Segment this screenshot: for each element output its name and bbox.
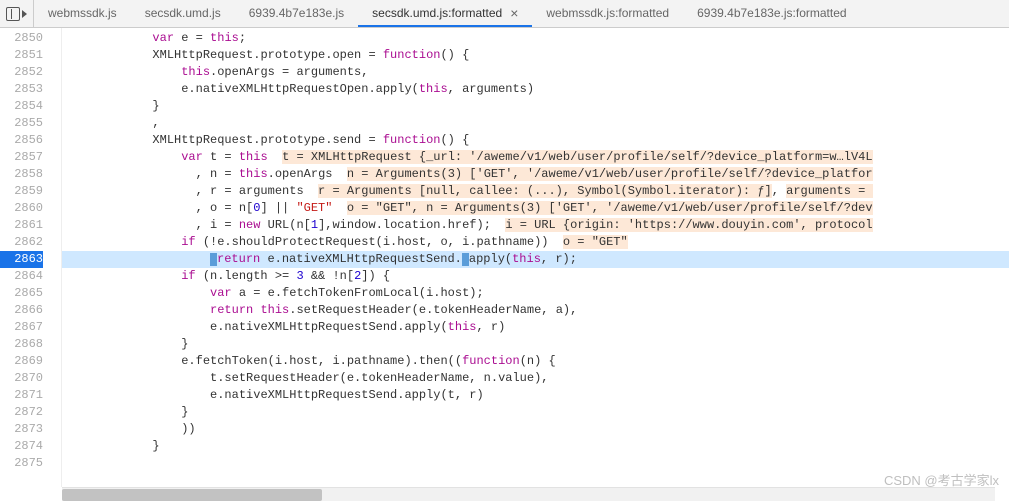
line-number[interactable]: 2868	[0, 336, 43, 353]
tab-label: 6939.4b7e183e.js:formatted	[697, 6, 846, 20]
line-number[interactable]: 2858	[0, 166, 43, 183]
code-line[interactable]: }	[62, 336, 1009, 353]
line-number[interactable]: 2863	[0, 251, 43, 268]
line-number[interactable]: 2862	[0, 234, 43, 251]
line-number[interactable]: 2852	[0, 64, 43, 81]
tab-label: 6939.4b7e183e.js	[249, 6, 344, 20]
tab-5[interactable]: 6939.4b7e183e.js:formatted	[683, 0, 860, 27]
tab-2[interactable]: 6939.4b7e183e.js	[235, 0, 358, 27]
code-line[interactable]: var e = this;	[62, 30, 1009, 47]
code-line[interactable]: e.nativeXMLHttpRequestSend.apply(this, r…	[62, 319, 1009, 336]
line-number[interactable]: 2872	[0, 404, 43, 421]
code-line[interactable]: ))	[62, 421, 1009, 438]
code-line[interactable]: XMLHttpRequest.prototype.send = function…	[62, 132, 1009, 149]
code-line[interactable]: , r = arguments r = Arguments [null, cal…	[62, 183, 1009, 200]
line-number[interactable]: 2851	[0, 47, 43, 64]
line-number[interactable]: 2861	[0, 217, 43, 234]
code-line[interactable]	[62, 455, 1009, 472]
line-number[interactable]: 2857	[0, 149, 43, 166]
code-line[interactable]: }	[62, 404, 1009, 421]
line-number[interactable]: 2869	[0, 353, 43, 370]
tab-3[interactable]: secsdk.umd.js:formatted ×	[358, 0, 532, 27]
code-line[interactable]: e.fetchToken(i.host, i.pathname).then((f…	[62, 353, 1009, 370]
tab-1[interactable]: secsdk.umd.js	[131, 0, 235, 27]
line-number[interactable]: 2853	[0, 81, 43, 98]
toolbar-left	[0, 0, 34, 27]
tab-label: secsdk.umd.js:formatted	[372, 6, 502, 20]
line-number[interactable]: 2864	[0, 268, 43, 285]
code-line[interactable]: }	[62, 98, 1009, 115]
code-line[interactable]: ,	[62, 115, 1009, 132]
line-number[interactable]: 2871	[0, 387, 43, 404]
line-number[interactable]: 2856	[0, 132, 43, 149]
line-number[interactable]: 2873	[0, 421, 43, 438]
code-line[interactable]: XMLHttpRequest.prototype.open = function…	[62, 47, 1009, 64]
line-number[interactable]: 2866	[0, 302, 43, 319]
tab-label: webmssdk.js	[48, 6, 117, 20]
code-line[interactable]: var a = e.fetchTokenFromLocal(i.host);	[62, 285, 1009, 302]
code-line[interactable]: if (n.length >= 3 && !n[2]) {	[62, 268, 1009, 285]
tab-bar: webmssdk.js secsdk.umd.js 6939.4b7e183e.js…	[0, 0, 1009, 28]
chevron-right-icon[interactable]	[22, 10, 27, 18]
line-number[interactable]: 2867	[0, 319, 43, 336]
tab-0[interactable]: webmssdk.js	[34, 0, 131, 27]
code-line[interactable]: e.nativeXMLHttpRequestSend.apply(t, r)	[62, 387, 1009, 404]
tab-label: webmssdk.js:formatted	[546, 6, 669, 20]
close-icon[interactable]: ×	[510, 6, 518, 20]
line-number[interactable]: 2855	[0, 115, 43, 132]
code-line[interactable]: }	[62, 438, 1009, 455]
tab-4[interactable]: webmssdk.js:formatted	[532, 0, 683, 27]
line-number[interactable]: 2854	[0, 98, 43, 115]
code-editor: 2850285128522853285428552856285728582859…	[0, 28, 1009, 487]
line-number-gutter: 2850285128522853285428552856285728582859…	[0, 28, 62, 487]
line-number[interactable]: 2865	[0, 285, 43, 302]
line-number[interactable]: 2860	[0, 200, 43, 217]
code-line[interactable]: return this.setRequestHeader(e.tokenHead…	[62, 302, 1009, 319]
line-number[interactable]: 2870	[0, 370, 43, 387]
code-line[interactable]: , n = this.openArgs n = Arguments(3) ['G…	[62, 166, 1009, 183]
panel-toggle-icon[interactable]	[6, 7, 20, 21]
scrollbar-thumb[interactable]	[62, 489, 322, 501]
tabs-container: webmssdk.js secsdk.umd.js 6939.4b7e183e.js…	[34, 0, 861, 27]
code-line[interactable]: return e.nativeXMLHttpRequestSend.apply(…	[62, 251, 1009, 268]
line-number[interactable]: 2874	[0, 438, 43, 455]
code-line[interactable]: t.setRequestHeader(e.tokenHeaderName, n.…	[62, 370, 1009, 387]
code-line[interactable]: e.nativeXMLHttpRequestOpen.apply(this, a…	[62, 81, 1009, 98]
line-number[interactable]: 2875	[0, 455, 43, 472]
line-number[interactable]: 2850	[0, 30, 43, 47]
code-line[interactable]: if (!e.shouldProtectRequest(i.host, o, i…	[62, 234, 1009, 251]
code-line[interactable]: , i = new URL(n[1],window.location.href)…	[62, 217, 1009, 234]
horizontal-scrollbar[interactable]	[62, 487, 995, 501]
code-area[interactable]: var e = this; XMLHttpRequest.prototype.o…	[62, 28, 1009, 487]
line-number[interactable]: 2859	[0, 183, 43, 200]
code-line[interactable]: , o = n[0] || "GET" o = "GET", n = Argum…	[62, 200, 1009, 217]
tab-label: secsdk.umd.js	[145, 6, 221, 20]
code-line[interactable]: var t = this t = XMLHttpRequest {_url: '…	[62, 149, 1009, 166]
code-line[interactable]: this.openArgs = arguments,	[62, 64, 1009, 81]
